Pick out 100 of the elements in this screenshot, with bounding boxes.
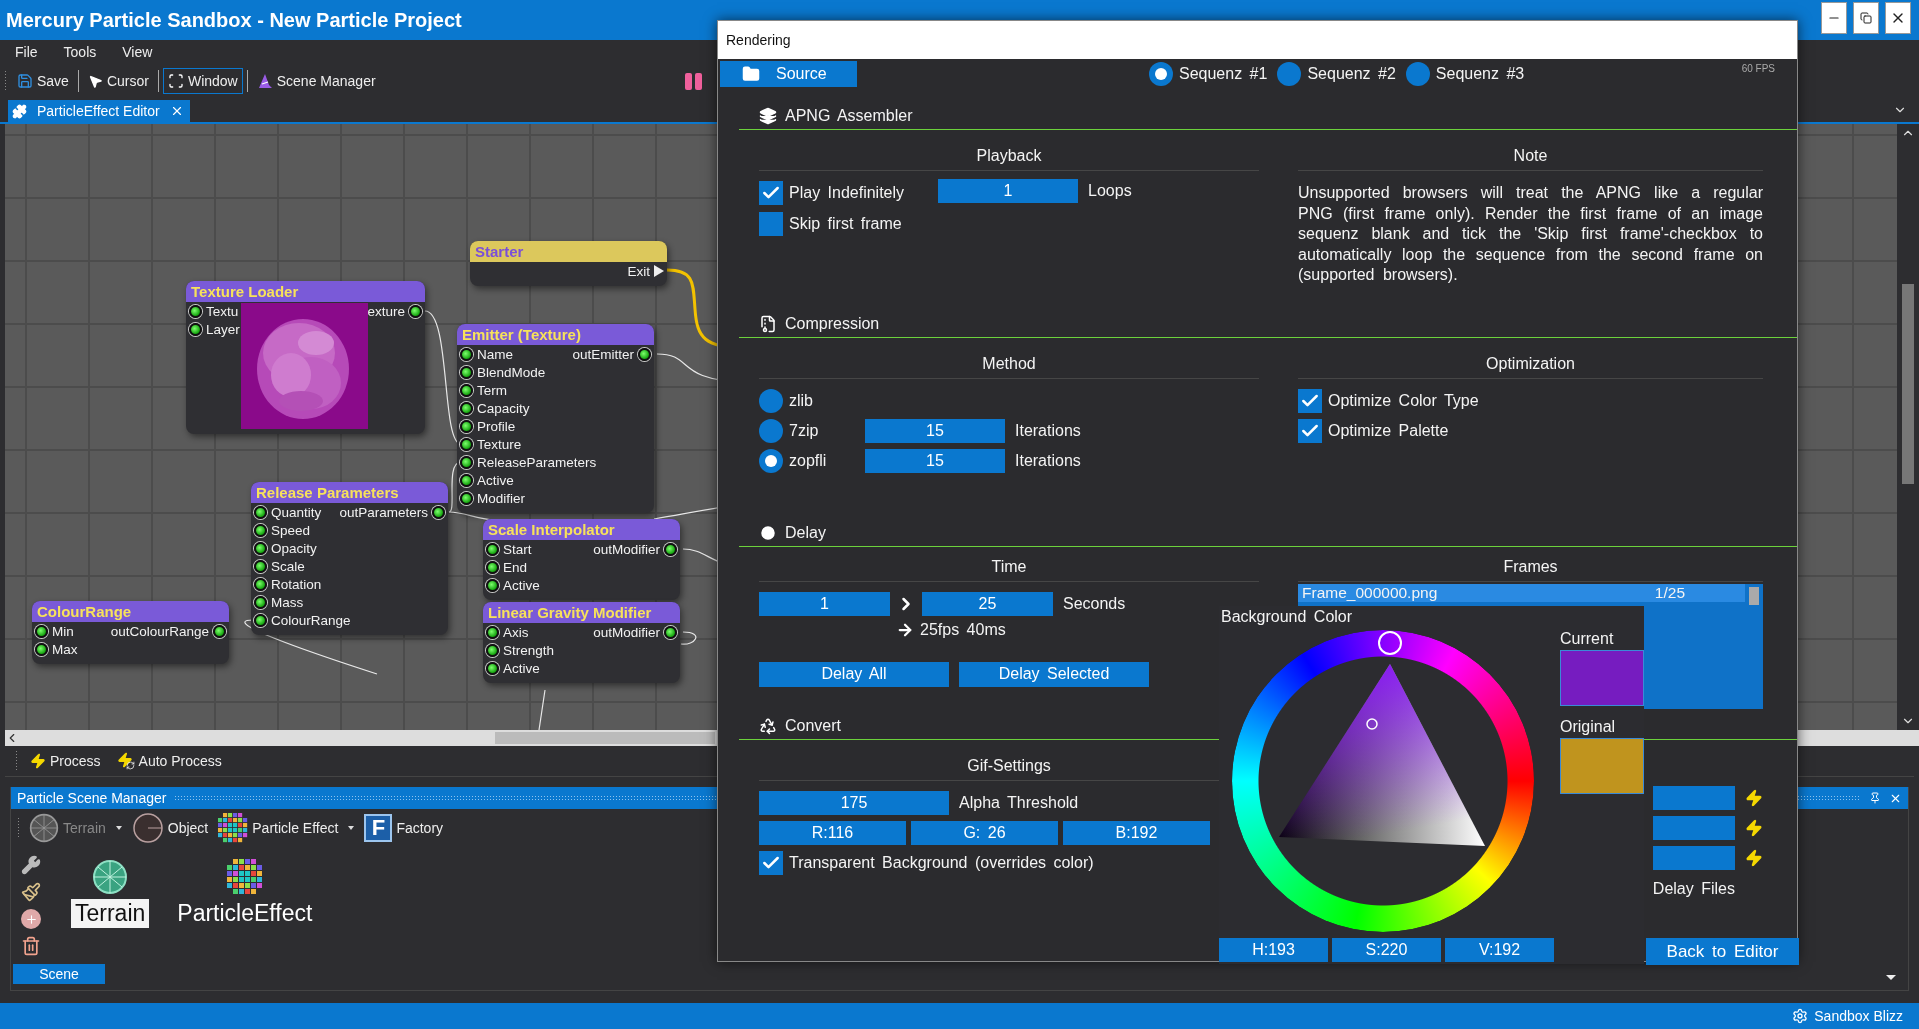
radio-button[interactable] (759, 389, 783, 413)
node-card[interactable]: Release Parameters Quantity outParameters Speed Opacity Scale Rotation Mass ColourRange (251, 482, 448, 635)
alpha-field[interactable]: 175 (759, 791, 949, 815)
output-port[interactable] (213, 624, 226, 638)
settings-icon[interactable] (1792, 1008, 1809, 1024)
color-channel-field[interactable]: R:116 (759, 821, 906, 845)
node-card[interactable]: Scale Interpolator Start outModifier End Active (483, 519, 680, 600)
back-to-editor-button[interactable]: Back to Editor (1646, 938, 1799, 965)
input-port[interactable] (486, 625, 499, 639)
restore-button[interactable] (1853, 2, 1879, 34)
brush-icon[interactable] (21, 882, 41, 902)
scrollbar-thumb[interactable] (495, 732, 715, 744)
input-port[interactable] (460, 437, 473, 451)
iterations-field[interactable]: 15 (865, 449, 1005, 473)
checkbox[interactable] (759, 212, 783, 236)
scene-tool-button[interactable]: F Factory (362, 814, 446, 842)
radio-button[interactable] (1277, 62, 1302, 86)
delay-from-field[interactable]: 1 (759, 592, 890, 616)
output-port[interactable] (664, 625, 677, 639)
pause-icon[interactable] (684, 72, 702, 90)
document-tab[interactable]: ParticleEffect Editor (8, 100, 190, 122)
radio-button[interactable] (759, 449, 783, 473)
node-card[interactable]: Emitter (Texture) Name outEmitter BlendMode Term Capacity Profile Texture ReleaseParameters Active Modifier (457, 324, 654, 513)
input-port[interactable] (254, 595, 267, 609)
caret-icon[interactable] (348, 826, 355, 830)
source-button[interactable]: Source (720, 61, 857, 87)
output-port[interactable] (664, 542, 677, 556)
scrollbar-thumb[interactable] (1902, 284, 1914, 484)
process-button[interactable]: Process (25, 748, 106, 774)
checkbox[interactable] (1298, 419, 1322, 443)
input-port[interactable] (254, 559, 267, 573)
exit-port[interactable] (654, 265, 664, 277)
input-port[interactable] (460, 401, 473, 415)
output-port[interactable] (638, 347, 651, 361)
menu-item[interactable]: Tools (50, 44, 110, 60)
scene-item[interactable]: ParticleEffect (173, 899, 317, 928)
node-card[interactable]: ColourRange Min outColourRange Max (32, 601, 229, 664)
input-port[interactable] (486, 542, 499, 556)
input-port[interactable] (486, 560, 499, 574)
radio-button[interactable] (1149, 62, 1173, 86)
delay-button[interactable]: Delay Selected (959, 661, 1149, 687)
radio-button[interactable] (1405, 62, 1430, 86)
input-port[interactable] (460, 365, 473, 379)
trash-icon[interactable] (21, 936, 41, 956)
scene-item[interactable]: Terrain (71, 899, 150, 928)
hsv-field[interactable]: S:220 (1332, 938, 1441, 962)
input-port[interactable] (35, 642, 48, 656)
port-label: Max (52, 641, 78, 657)
checkbox[interactable] (759, 181, 783, 205)
node-card[interactable]: Texture Loader Textu exture Layer (186, 281, 425, 434)
menu-item[interactable]: View (109, 44, 166, 60)
scene-tab[interactable]: Scene (13, 964, 105, 984)
input-port[interactable] (460, 419, 473, 433)
input-port[interactable] (460, 491, 473, 505)
input-port[interactable] (189, 322, 202, 336)
original-color-swatch[interactable] (1560, 738, 1644, 794)
input-port[interactable] (486, 661, 499, 675)
hsv-field[interactable]: V:192 (1445, 938, 1554, 962)
input-port[interactable] (460, 383, 473, 397)
input-port[interactable] (189, 304, 202, 318)
node-card[interactable]: Linear Gravity Modifier Axis outModifier Strength Active (483, 602, 680, 683)
delay-to-field[interactable]: 25 (922, 592, 1053, 616)
input-port[interactable] (254, 613, 267, 627)
input-port[interactable] (254, 523, 267, 537)
input-port[interactable] (254, 505, 267, 519)
output-port[interactable] (432, 505, 445, 519)
input-port[interactable] (254, 541, 267, 555)
delay-button[interactable]: Delay All (759, 661, 949, 687)
input-port[interactable] (486, 643, 499, 657)
color-channel-field[interactable]: G: 26 (911, 821, 1058, 845)
scene-tool-button[interactable]: Object (129, 812, 211, 844)
input-port[interactable] (486, 578, 499, 592)
menu-item[interactable]: File (2, 44, 51, 60)
close-button[interactable] (1885, 2, 1911, 34)
radio-button[interactable] (759, 419, 783, 443)
checkbox[interactable] (1298, 389, 1322, 413)
dropdown-icon[interactable] (1886, 975, 1896, 980)
scene-tool-button[interactable]: Particle Effect (216, 813, 357, 843)
toolbar-button[interactable]: Window (162, 68, 243, 94)
color-channel-field[interactable]: B:192 (1063, 821, 1210, 845)
output-port[interactable] (409, 304, 422, 318)
process-button[interactable]: Auto Process (111, 748, 227, 774)
add-icon[interactable] (21, 909, 41, 929)
scrollbar-thumb[interactable] (1749, 587, 1759, 605)
hsv-field[interactable]: H:193 (1219, 938, 1328, 962)
toolbar-button[interactable]: Cursor (82, 68, 154, 94)
pin-icon[interactable] (1869, 792, 1881, 804)
node-card[interactable]: Starter Exit (470, 241, 667, 286)
wrench-icon[interactable] (21, 855, 41, 875)
input-port[interactable] (460, 455, 473, 469)
loops-field[interactable]: 1 (938, 179, 1079, 203)
checkbox[interactable] (759, 851, 783, 875)
toolbar-button[interactable]: Save (12, 68, 74, 94)
toolbar-button[interactable]: Scene Manager (251, 68, 381, 94)
input-port[interactable] (460, 347, 473, 361)
minimize-button[interactable] (1821, 2, 1847, 34)
input-port[interactable] (460, 473, 473, 487)
input-port[interactable] (254, 577, 267, 591)
input-port[interactable] (35, 624, 48, 638)
iterations-field[interactable]: 15 (865, 419, 1005, 443)
